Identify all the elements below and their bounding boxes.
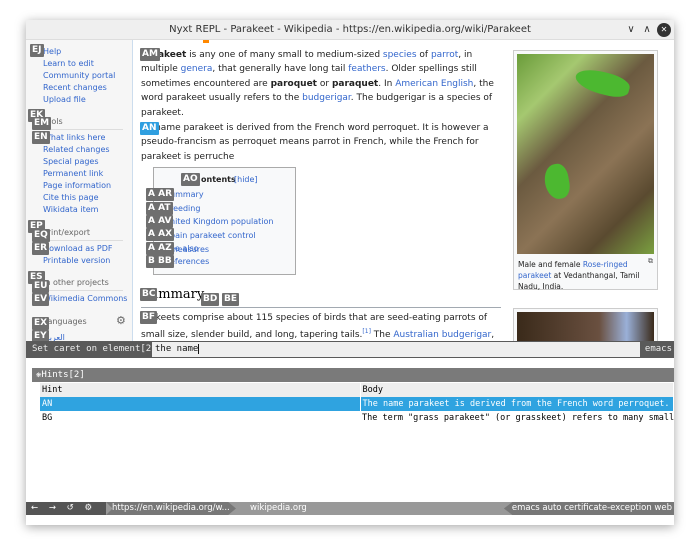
status-url[interactable]: https://en.wikipedia.org/w...: [106, 502, 236, 515]
hint-label: A AV: [146, 215, 174, 228]
hint-label: A AR: [146, 188, 174, 201]
hint-label: EJ: [30, 44, 44, 57]
figure-caption: Male and female Rose-ringed parakeet at …: [518, 260, 640, 291]
summary-paragraph: arakeets comprise about 115 species of b…: [141, 313, 495, 341]
intro-paragraph: parakeet is any one of many small to med…: [141, 50, 494, 118]
hint-label-selected: AN: [140, 122, 159, 135]
hint-label: EU: [32, 280, 50, 293]
sidebar-link[interactable]: Community portal: [43, 71, 115, 80]
title-bar: Nyxt REPL - Parakeet - Wikipedia - https…: [26, 20, 674, 40]
hint-label: EN: [32, 131, 50, 144]
window-title: Nyxt REPL - Parakeet - Wikipedia - https…: [169, 24, 531, 35]
minimize-button[interactable]: ∨: [624, 23, 638, 37]
sidebar-link[interactable]: Recent changes: [43, 83, 107, 92]
budgerigar-photo[interactable]: [517, 312, 654, 341]
etymology-paragraph: he name parakeet is derived from the Fre…: [141, 123, 489, 162]
bird-shape: [573, 65, 632, 101]
column-header-hint: Hint: [40, 383, 361, 397]
print-heading: Print/export: [43, 228, 91, 237]
sidebar-link[interactable]: Wikidata item: [43, 205, 98, 214]
divider: [43, 129, 123, 130]
toc-item[interactable]: ummary: [170, 188, 204, 202]
link-budgerigar[interactable]: budgerigar: [302, 93, 351, 103]
table-of-contents: ontents [hide] ummary reeding nited King…: [153, 167, 296, 275]
sidebar-link-help[interactable]: Help: [43, 47, 61, 56]
hint-label: EV: [32, 293, 50, 306]
link-australian-budgerigar[interactable]: Australian budgerigar: [393, 330, 491, 340]
hint-label: EX: [32, 317, 50, 330]
sidebar-link[interactable]: Learn to edit: [43, 59, 94, 68]
toc-item[interactable]: nited Kingdom population: [170, 215, 273, 229]
sidebar-link[interactable]: Download as PDF: [43, 244, 113, 253]
prompt-mode: emacs: [644, 344, 672, 354]
column-header-body: Body: [360, 383, 674, 397]
hint-label: EQ: [32, 229, 50, 242]
hint-label: BE: [222, 293, 240, 306]
toc-item[interactable]: eferences: [170, 255, 209, 269]
sidebar-link[interactable]: Page information: [43, 181, 111, 190]
divider: [43, 240, 123, 241]
close-button[interactable]: ✕: [657, 23, 671, 37]
hint-label: A AT: [146, 202, 173, 215]
link-feathers[interactable]: feathers: [348, 64, 385, 74]
hint-label: BD: [201, 293, 220, 306]
hint-label: A AZ: [146, 242, 174, 255]
parakeet-photo[interactable]: [517, 54, 654, 254]
budgerigar-figure: [513, 308, 658, 341]
hint-label: BC: [140, 288, 158, 301]
gear-icon[interactable]: ⚙: [116, 314, 126, 327]
sidebar-link[interactable]: What links here: [43, 133, 105, 142]
prompt-label: Set caret on element[2]: [32, 344, 157, 354]
hints-table: Hint Body AN The name parakeet is derived …: [40, 383, 674, 425]
heading-rule: [141, 307, 501, 308]
hints-panel-header: ❋Hints[2]: [32, 368, 674, 382]
sidebar-link[interactable]: Permanent link: [43, 169, 103, 178]
status-modes[interactable]: emacs auto certificate-exception web: [503, 502, 674, 515]
link-species[interactable]: species: [383, 50, 417, 60]
hint-label: ER: [32, 242, 50, 255]
navigation-buttons[interactable]: ← → ↺ ⚙ ≡: [26, 502, 106, 525]
status-domain: wikipedia.org: [250, 503, 307, 513]
bird-shape: [542, 162, 572, 201]
sidebar-link[interactable]: Related changes: [43, 145, 110, 154]
hint-row[interactable]: BG The term "grass parakeet" (or grasskee…: [40, 411, 674, 425]
sidebar-link[interactable]: Upload file: [43, 95, 86, 104]
infobox-figure: ⧉ Male and female Rose-ringed parakeet a…: [513, 50, 658, 291]
link-american-english[interactable]: American English: [395, 79, 473, 89]
languages-heading: Languages: [43, 317, 87, 326]
maximize-button[interactable]: ∧: [640, 23, 654, 37]
web-page: Help Learn to edit Community portal Rece…: [26, 40, 674, 341]
toc-hide-link[interactable]: [hide]: [234, 173, 258, 187]
link-genera[interactable]: genera: [181, 64, 213, 74]
sidebar-link[interactable]: Wikimedia Commons: [43, 294, 127, 303]
projects-heading: In other projects: [43, 278, 109, 287]
sidebar-link[interactable]: Cite this page: [43, 193, 99, 202]
sidebar-link[interactable]: Printable version: [43, 256, 110, 265]
sidebar-link[interactable]: Special pages: [43, 157, 99, 166]
prompt-bar: Set caret on element[2] the name emacs: [26, 341, 674, 358]
hint-row-selected[interactable]: AN The name parakeet is derived from the …: [40, 397, 674, 411]
hint-label: BF: [140, 311, 158, 324]
hint-label: B BB: [146, 255, 174, 268]
prompt-input[interactable]: the name: [152, 342, 640, 357]
hint-label: EM: [32, 117, 52, 130]
hint-label: A AX: [146, 228, 175, 241]
scroll-marker: [203, 40, 209, 43]
toc-title: ontents: [201, 175, 236, 184]
hint-label: EY: [32, 330, 49, 341]
status-bar: ← → ↺ ⚙ ≡ https://en.wikipedia.org/w... …: [26, 502, 674, 525]
link-parrot[interactable]: parrot: [431, 50, 458, 60]
divider: [43, 290, 123, 291]
hint-label: AM: [140, 48, 160, 61]
hint-label: AO: [181, 173, 200, 186]
browser-window: Nyxt REPL - Parakeet - Wikipedia - https…: [26, 20, 674, 525]
